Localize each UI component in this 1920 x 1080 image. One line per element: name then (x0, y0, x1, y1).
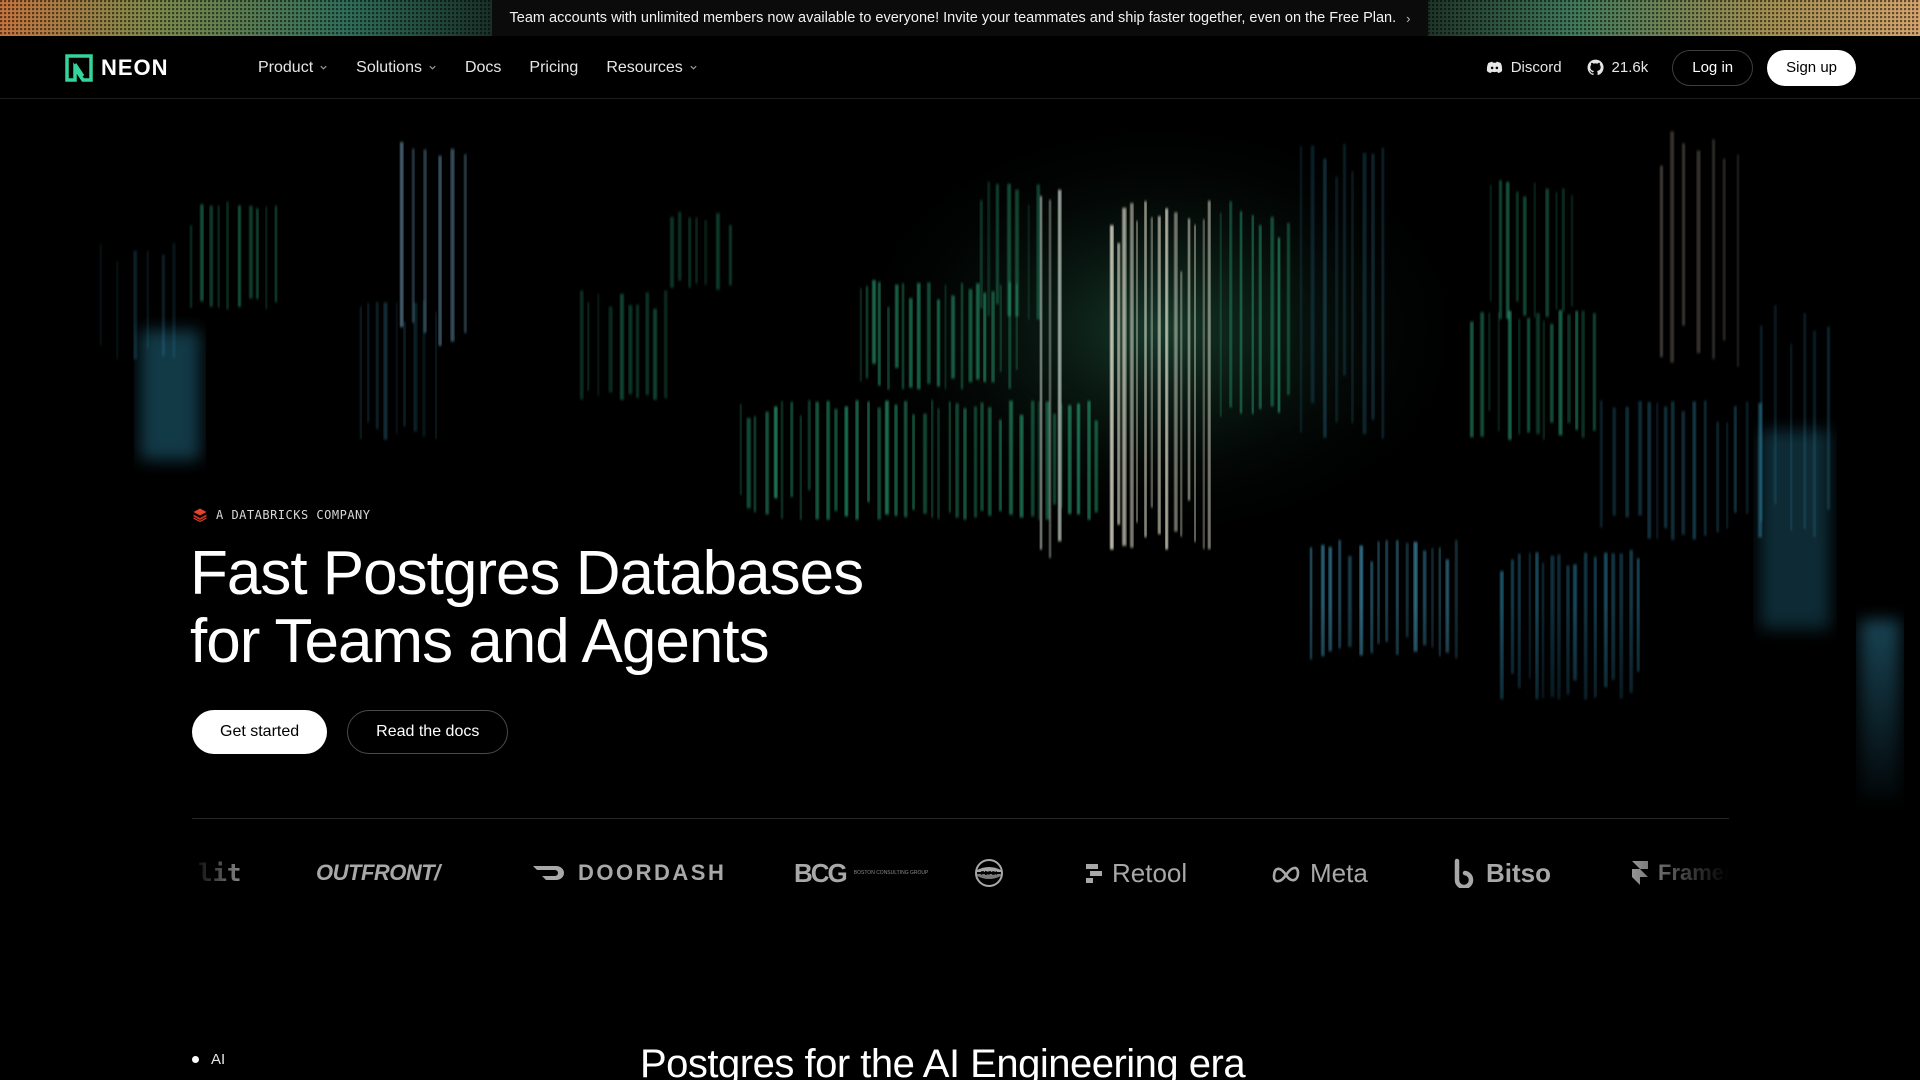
menu-item-label: Docs (464, 58, 502, 76)
menu-item-product[interactable]: Product (258, 59, 328, 77)
chevron-down-icon (429, 65, 436, 70)
top-navigation: NEON Product Solutions Docs Pricing Reso… (0, 36, 1920, 99)
announcement-content[interactable]: Team accounts with unlimited members now… (491, 0, 1429, 36)
get-started-button[interactable]: Get started (192, 710, 328, 754)
bitso-icon (1454, 858, 1474, 888)
discord-icon (1486, 61, 1502, 74)
customer-logo-outfront: OUTFRONT/ (316, 860, 440, 885)
customer-logo-doordash: DOORDASH (532, 845, 726, 901)
hero-headline: Fast Postgres Databases for Teams and Ag… (190, 540, 950, 676)
customer-logo-strip: lit OUTFRONT/ DOORDASH BCG BOSTON CONSUL… (192, 845, 1729, 901)
eyebrow-text: A DATABRICKS COMPANY (216, 508, 371, 522)
hero-cta-group: Get started Read the docs (192, 710, 509, 754)
pepsi-wordmark: PEPSI (981, 871, 997, 877)
customer-logo-meta: Meta (1270, 845, 1368, 901)
github-link[interactable]: 21.6k (1586, 58, 1649, 77)
menu-item-docs[interactable]: Docs (465, 59, 501, 77)
headline-line-2: for Teams and Agents (190, 607, 770, 676)
discord-link[interactable]: Discord (1485, 58, 1562, 77)
signup-button[interactable]: Sign up (1767, 49, 1856, 86)
page: Team accounts with unlimited members now… (0, 0, 1920, 1080)
menu-item-label: Solutions (356, 58, 422, 76)
doordash-icon (533, 866, 564, 880)
databricks-badge[interactable]: A DATABRICKS COMPANY (192, 507, 371, 523)
bcg-wordmark: BCG (794, 857, 848, 888)
customer-logo-bitso: Bitso (1452, 845, 1551, 901)
discord-label: Discord (1510, 59, 1562, 76)
github-icon (1587, 59, 1604, 76)
customer-logo-slit: lit (198, 859, 242, 887)
meta-wordmark: Meta (1310, 857, 1368, 888)
menu-item-label: Pricing (529, 58, 579, 76)
customer-logo-bcg: BCG BOSTON CONSULTING GROUP (794, 845, 929, 901)
neon-logo-icon (65, 54, 93, 82)
announcement-banner[interactable]: Team accounts with unlimited members now… (0, 0, 1920, 36)
section-tag-label: AI (211, 1051, 226, 1068)
framer-icon (1632, 861, 1648, 885)
menu-item-label: Resources (606, 58, 683, 76)
customer-logo-retool: Retool (1084, 845, 1187, 901)
chevron-down-icon (320, 65, 327, 70)
main-menu: Product Solutions Docs Pricing Resources (258, 36, 698, 99)
retool-icon (1086, 864, 1102, 883)
logo-text: NEON (101, 55, 169, 80)
menu-item-resources[interactable]: Resources (606, 59, 697, 77)
menu-item-pricing[interactable]: Pricing (529, 59, 578, 77)
framer-wordmark: Framer (1658, 860, 1729, 885)
pepsi-icon: PEPSI (975, 859, 1003, 887)
bullet-dot (192, 1056, 199, 1063)
login-button[interactable]: Log in (1672, 49, 1754, 86)
menu-item-label: Product (258, 58, 314, 76)
customer-logo-framer: Framer (1630, 845, 1729, 901)
chevron-down-icon (690, 65, 697, 70)
github-stars: 21.6k (1611, 59, 1649, 76)
meta-infinity-icon (1272, 866, 1300, 883)
menu-item-solutions[interactable]: Solutions (356, 59, 437, 77)
databricks-icon (193, 508, 207, 523)
section-tag-ai: AI (192, 1051, 225, 1068)
section-title: Postgres for the AI Engineering era (640, 1042, 1246, 1080)
chevron-right-icon[interactable]: › (1406, 11, 1410, 26)
nav-actions: Discord 21.6k Log in Sign up (1485, 36, 1856, 99)
customer-logo-pepsi: PEPSI (974, 845, 1004, 901)
read-docs-button[interactable]: Read the docs (347, 710, 509, 754)
announcement-text[interactable]: Team accounts with unlimited members now… (510, 10, 1397, 26)
doordash-wordmark: DOORDASH (578, 860, 727, 885)
headline-line-1: Fast Postgres Databases (190, 539, 864, 608)
neon-logo[interactable]: NEON (65, 54, 169, 82)
bcg-subtext: BOSTON CONSULTING GROUP (853, 870, 929, 876)
retool-wordmark: Retool (1112, 857, 1188, 888)
bitso-wordmark: Bitso (1486, 857, 1551, 888)
section-divider (192, 818, 1729, 819)
